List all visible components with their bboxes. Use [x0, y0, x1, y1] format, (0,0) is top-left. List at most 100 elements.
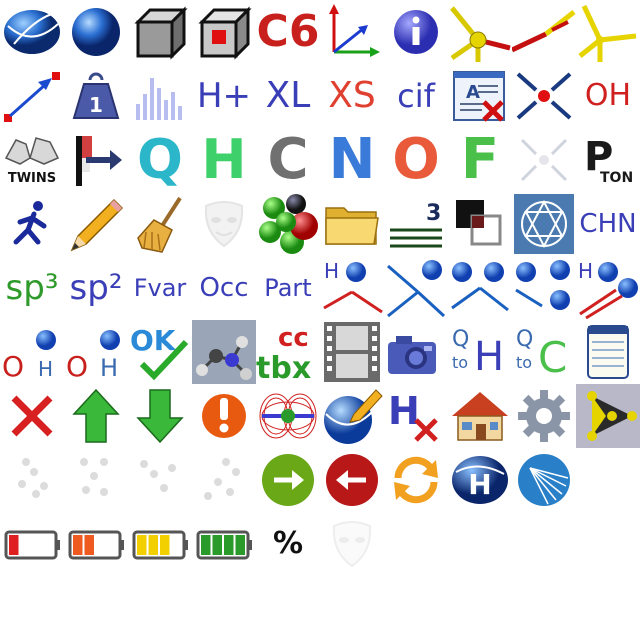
text-remove-icon[interactable]: A: [448, 64, 512, 128]
fan-icon[interactable]: [512, 448, 576, 512]
oh-bond-2-icon[interactable]: OH: [64, 320, 128, 384]
cross-atom-icon[interactable]: [512, 64, 576, 128]
q-text: Q: [137, 128, 183, 191]
oh-bond-icon[interactable]: OH: [0, 320, 64, 384]
refresh-icon[interactable]: [384, 448, 448, 512]
film-icon[interactable]: [320, 320, 384, 384]
dots-2-icon[interactable]: [64, 448, 128, 512]
battery-low-icon[interactable]: [0, 512, 64, 576]
bond-fragment-icon[interactable]: [448, 0, 512, 64]
sp3-label[interactable]: sp³: [0, 256, 64, 320]
battery-segment: [148, 535, 158, 555]
battery-high-icon[interactable]: [128, 512, 192, 576]
bond-fragment-2-icon[interactable]: [512, 0, 576, 64]
weight-1-icon[interactable]: 1: [64, 64, 128, 128]
bond-angle-3-icon[interactable]: [512, 256, 576, 320]
arrow-down-icon[interactable]: [128, 384, 192, 448]
f-letter-icon[interactable]: F: [448, 128, 512, 192]
pton-icon[interactable]: P TON: [576, 128, 640, 192]
pyramid-icon[interactable]: [576, 384, 640, 448]
gear-icon[interactable]: [512, 384, 576, 448]
axes-icon[interactable]: [320, 0, 384, 64]
battery-segment: [9, 535, 19, 555]
q-to-c-icon[interactable]: Qto C: [512, 320, 576, 384]
h-text: H: [201, 128, 247, 191]
bond-fragment-3-icon[interactable]: [576, 0, 640, 64]
o-letter-icon[interactable]: O: [384, 128, 448, 192]
oh-text: OH: [584, 78, 632, 113]
svg-text:to: to: [452, 353, 468, 372]
svg-text:to: to: [516, 353, 532, 372]
molecule-photo-icon[interactable]: [192, 320, 256, 384]
chn-label[interactable]: CHN: [576, 192, 640, 256]
symmetry-icon[interactable]: [512, 192, 576, 256]
go-back-icon[interactable]: [320, 448, 384, 512]
q-letter-icon[interactable]: Q: [128, 128, 192, 192]
cif-label[interactable]: cif: [384, 64, 448, 128]
atoms-cluster-icon[interactable]: [256, 192, 320, 256]
dots-3-icon[interactable]: [128, 448, 192, 512]
electron-density-icon[interactable]: [256, 384, 320, 448]
mask-faded-icon[interactable]: [320, 512, 384, 576]
lines-3-icon[interactable]: 3: [384, 192, 448, 256]
occ-label[interactable]: Occ: [192, 256, 256, 320]
camera-icon[interactable]: [384, 320, 448, 384]
h-letter-icon[interactable]: H: [192, 128, 256, 192]
part-text: Part: [264, 274, 312, 302]
h-atom-bond-icon[interactable]: H: [576, 256, 640, 320]
pencil-icon[interactable]: [64, 192, 128, 256]
folder-icon[interactable]: [320, 192, 384, 256]
svg-text:tbx: tbx: [256, 351, 311, 384]
collapse-arrows-icon[interactable]: [512, 128, 576, 192]
c-letter-icon[interactable]: C: [256, 128, 320, 192]
mask-icon[interactable]: [192, 192, 256, 256]
q-to-h-icon[interactable]: Qto H: [448, 320, 512, 384]
percent-icon[interactable]: %: [256, 512, 320, 576]
svg-text:O: O: [66, 350, 88, 383]
arrow-bond-icon[interactable]: [0, 64, 64, 128]
h-remove-icon[interactable]: H: [384, 384, 448, 448]
tbx-cc-icon[interactable]: cc tbx: [256, 320, 320, 384]
n-letter-icon[interactable]: N: [320, 128, 384, 192]
dots-1-icon[interactable]: [0, 448, 64, 512]
battery-segment: [201, 535, 211, 555]
oh-label[interactable]: OH: [576, 64, 640, 128]
battery-full-icon[interactable]: [192, 512, 256, 576]
sp2-label[interactable]: sp²: [64, 256, 128, 320]
part-label[interactable]: Part: [256, 256, 320, 320]
h-sphere-icon[interactable]: H: [448, 448, 512, 512]
dots-4-icon[interactable]: [192, 448, 256, 512]
svg-text:C: C: [538, 333, 567, 382]
h-on-bond-icon[interactable]: H: [320, 256, 384, 320]
sphere-pencil-icon[interactable]: [320, 384, 384, 448]
go-forward-icon[interactable]: [256, 448, 320, 512]
twins-icon[interactable]: TWINS: [0, 128, 64, 192]
info-icon[interactable]: [384, 0, 448, 64]
c6-label[interactable]: C6: [256, 0, 320, 64]
close-icon[interactable]: [0, 384, 64, 448]
bond-angle-icon[interactable]: [384, 256, 448, 320]
bond-angle-2-icon[interactable]: [448, 256, 512, 320]
cube-icon[interactable]: [128, 0, 192, 64]
overlap-squares-icon[interactable]: [448, 192, 512, 256]
histogram-icon[interactable]: [128, 64, 192, 128]
ellipsoid-icon[interactable]: [0, 0, 64, 64]
broom-icon[interactable]: [128, 192, 192, 256]
ok-check-icon[interactable]: OK: [128, 320, 192, 384]
c-text: C: [267, 127, 309, 192]
notepad-icon[interactable]: [576, 320, 640, 384]
home-icon[interactable]: [448, 384, 512, 448]
cube-with-atom-icon[interactable]: [192, 0, 256, 64]
warning-icon[interactable]: [192, 384, 256, 448]
sphere-icon[interactable]: [64, 0, 128, 64]
xs-label[interactable]: XS: [320, 64, 384, 128]
h-plus-label[interactable]: H+: [192, 64, 256, 128]
o-text: O: [392, 127, 440, 192]
fvar-text: Fvar: [133, 274, 187, 302]
fvar-label[interactable]: Fvar: [128, 256, 192, 320]
arrow-up-icon[interactable]: [64, 384, 128, 448]
run-icon[interactable]: [0, 192, 64, 256]
battery-medium-icon[interactable]: [64, 512, 128, 576]
flag-arrow-icon[interactable]: [64, 128, 128, 192]
xl-label[interactable]: XL: [256, 64, 320, 128]
